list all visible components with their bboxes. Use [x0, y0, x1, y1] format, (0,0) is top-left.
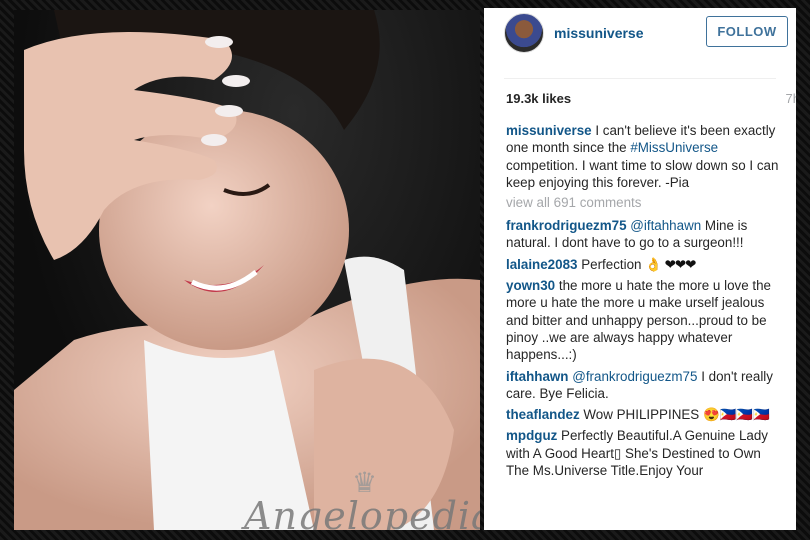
- comment-username[interactable]: lalaine2083: [506, 257, 577, 272]
- comment-text: Wow PHILIPPINES: [579, 407, 703, 423]
- comment: theaflandez Wow PHILIPPINES 😍🇵🇭🇵🇭🇵🇭: [506, 406, 782, 423]
- heart-eyes-flags-emoji-icon: 😍🇵🇭🇵🇭🇵🇭: [702, 407, 770, 423]
- comment-mention[interactable]: @frankrodriguezm75: [569, 369, 697, 384]
- view-all-comments-link[interactable]: view all 691 comments: [506, 195, 782, 210]
- caption-hashtag[interactable]: #MissUniverse: [630, 140, 718, 155]
- likes-count[interactable]: 19.3k likes: [506, 91, 571, 106]
- comment-text: Perfection: [577, 256, 646, 272]
- avatar[interactable]: [504, 13, 544, 53]
- caption-text-2: competition. I want time to slow down so…: [506, 157, 779, 190]
- comment: lalaine2083 Perfection 👌 ❤❤❤: [506, 256, 782, 273]
- watermark-logo: Angelopedia: [244, 494, 480, 530]
- comment-username[interactable]: mpdguz: [506, 428, 557, 443]
- comment-username[interactable]: theaflandez: [506, 407, 580, 422]
- hearts-icon: ❤❤❤: [661, 256, 697, 272]
- post-header: missuniverse FOLLOW: [484, 8, 796, 58]
- follow-button[interactable]: FOLLOW: [706, 16, 788, 47]
- comment-username[interactable]: yown30: [506, 278, 555, 293]
- post-photo[interactable]: ♛ Angelopedia: [14, 10, 480, 530]
- post-meta: 19.3k likes 7h: [484, 79, 796, 117]
- comment: iftahhawn @frankrodriguezm75 I don't rea…: [506, 368, 782, 403]
- post-age[interactable]: 7h: [786, 91, 796, 106]
- ok-hand-emoji-icon: 👌: [645, 256, 662, 272]
- comment-username[interactable]: iftahhawn: [506, 369, 569, 384]
- caption: missuniverse I can't believe it's been e…: [506, 122, 782, 191]
- comment: frankrodriguezm75 @iftahhawn Mine is nat…: [506, 217, 782, 252]
- header-username[interactable]: missuniverse: [554, 25, 644, 41]
- caption-username[interactable]: missuniverse: [506, 123, 592, 138]
- comment-mention[interactable]: @iftahhawn: [627, 218, 701, 233]
- comment-username[interactable]: frankrodriguezm75: [506, 218, 627, 233]
- comments-section: missuniverse I can't believe it's been e…: [484, 122, 796, 479]
- portrait-illustration: [14, 10, 480, 530]
- comment: mpdguz Perfectly Beautiful.A Genuine Lad…: [506, 427, 782, 479]
- post-details-panel: missuniverse FOLLOW 19.3k likes 7h missu…: [484, 8, 796, 530]
- comment: yown30 the more u hate the more u love t…: [506, 277, 782, 363]
